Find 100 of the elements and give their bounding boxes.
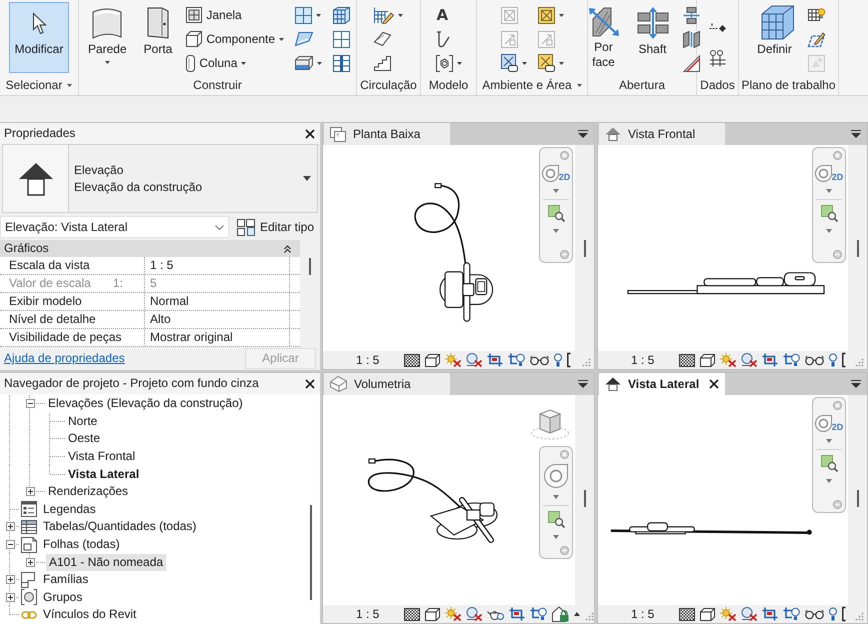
zoom-icon[interactable] (820, 455, 838, 472)
caret-icon[interactable] (553, 189, 559, 193)
scroll-thumb[interactable] (856, 490, 858, 507)
property-value[interactable]: Alto (150, 312, 171, 327)
resize-grip-icon[interactable] (855, 612, 864, 621)
sphere-off-icon[interactable] (466, 607, 482, 621)
view-tab[interactable]: Vista Frontal (599, 123, 725, 145)
sphere-off-icon[interactable] (741, 607, 758, 621)
bulb-icon[interactable] (829, 607, 838, 621)
panel-menu-button[interactable]: Selecionar (4, 78, 74, 92)
crop-icon[interactable] (762, 353, 778, 367)
crop-bulb-icon[interactable] (508, 353, 526, 367)
menu-caret-icon[interactable] (578, 130, 588, 138)
tool-button[interactable]: Componente (183, 27, 288, 51)
glasses-icon[interactable] (530, 354, 550, 366)
view-cube-icon[interactable] (530, 408, 570, 440)
glasses-icon[interactable] (805, 354, 824, 366)
caret-up-icon[interactable] (574, 612, 580, 616)
ring-icon[interactable] (542, 165, 559, 182)
tree-item[interactable]: Vista Lateral (66, 466, 142, 482)
crop-icon[interactable] (762, 607, 778, 621)
tool-button[interactable]: Porta (138, 2, 178, 73)
bulb-icon[interactable] (554, 353, 562, 367)
tree-item[interactable]: Vínculos do Revit (41, 607, 138, 622)
bulb-icon[interactable] (829, 353, 838, 367)
tool-button[interactable]: Shaft (630, 2, 674, 73)
crop-bulb-icon[interactable] (783, 353, 800, 367)
crop-icon[interactable] (487, 353, 504, 367)
view-tab[interactable]: Volumetria (324, 373, 450, 395)
resize-grip-icon[interactable] (585, 612, 594, 621)
view-scale[interactable]: 1 : 5 (631, 606, 654, 622)
menu-caret-icon[interactable] (851, 130, 861, 138)
expand-icon[interactable] (6, 592, 14, 602)
property-value[interactable]: 1 : 5 (150, 258, 174, 273)
group-header[interactable]: Gráficos (0, 240, 300, 257)
menu-caret-icon[interactable] (851, 380, 861, 388)
edit-type-button[interactable]: Editar tipo (235, 218, 316, 236)
tool-button[interactable]: Modificar (8, 2, 70, 73)
vertical-scrollbar[interactable] (575, 145, 594, 351)
view-scale[interactable]: 1 : 5 (356, 352, 380, 368)
zoom-icon[interactable] (548, 511, 564, 528)
property-value[interactable]: Mostrar original (150, 330, 233, 345)
box-icon[interactable] (700, 608, 716, 620)
tree-item[interactable]: Grupos (41, 590, 84, 605)
ring-icon[interactable] (814, 415, 832, 432)
crop-bulb-icon[interactable] (783, 607, 800, 621)
menu-caret-icon[interactable] (578, 380, 588, 388)
bracket-icon[interactable] (567, 353, 572, 367)
collapse-icon[interactable] (6, 540, 14, 550)
glasses-icon[interactable] (805, 608, 824, 620)
tool-button[interactable]: Parede (82, 2, 133, 73)
expand-icon[interactable] (6, 522, 14, 532)
bracket-icon[interactable] (842, 353, 846, 367)
view-scale[interactable]: 1 : 5 (631, 352, 654, 368)
scroll-thumb[interactable] (309, 258, 311, 275)
expand-icon[interactable] (6, 575, 14, 584)
sun-off-icon[interactable] (445, 353, 462, 367)
close-icon[interactable] (709, 379, 719, 389)
zoom-icon[interactable] (820, 205, 838, 222)
tool-button[interactable]: A (432, 3, 464, 27)
box-icon[interactable] (700, 354, 716, 366)
scroll-thumb[interactable] (310, 505, 312, 600)
caret-icon[interactable] (553, 229, 559, 233)
tree-item[interactable]: Elevações (Elevação da construção) (46, 396, 245, 412)
sun-off-icon[interactable] (720, 607, 736, 621)
tree-item[interactable]: A101 - Não nomeada (46, 554, 166, 571)
view-scale[interactable]: 1 : 5 (356, 606, 380, 622)
scroll-thumb[interactable] (584, 490, 586, 507)
vertical-scrollbar[interactable] (848, 145, 867, 351)
resize-grip-icon[interactable] (855, 358, 864, 367)
property-value[interactable]: Normal (150, 294, 189, 309)
vertical-scrollbar[interactable] (575, 395, 594, 605)
resize-grip-icon[interactable] (582, 358, 591, 367)
tree-item[interactable]: Folhas (todas) (41, 537, 122, 552)
sphere-off-icon[interactable] (466, 353, 482, 367)
caret-icon[interactable] (826, 479, 832, 483)
sun-off-icon[interactable] (445, 607, 462, 621)
instance-dropdown[interactable]: Elevação: Vista Lateral (0, 216, 229, 238)
crop-icon[interactable] (509, 607, 526, 621)
house-lock-icon[interactable] (552, 606, 570, 622)
caret-icon[interactable] (826, 439, 832, 443)
bracket-icon[interactable] (842, 607, 846, 621)
tree-item[interactable]: Oeste (66, 431, 102, 446)
tool-button[interactable]: Coluna (183, 51, 288, 75)
tree-item[interactable]: Famílias (41, 572, 90, 588)
box-icon[interactable] (425, 608, 440, 620)
vertical-scrollbar[interactable] (302, 394, 320, 624)
scroll-thumb[interactable] (584, 240, 586, 257)
caret-icon[interactable] (826, 189, 832, 193)
tool-button[interactable]: Definir (750, 2, 800, 73)
type-selector[interactable]: Elevação Elevação da construção (2, 144, 318, 213)
checkered-square-icon[interactable] (679, 354, 696, 366)
sun-off-icon[interactable] (720, 353, 736, 367)
caret-icon[interactable] (553, 495, 559, 499)
expand-icon[interactable] (26, 558, 34, 567)
tree-item[interactable]: Norte (66, 414, 100, 429)
panel-menu-button[interactable]: Ambiente e Área (480, 78, 584, 92)
tool-button[interactable]: Janela (183, 3, 288, 27)
ring-icon[interactable] (814, 165, 832, 182)
checkered-square-icon[interactable] (679, 608, 696, 620)
